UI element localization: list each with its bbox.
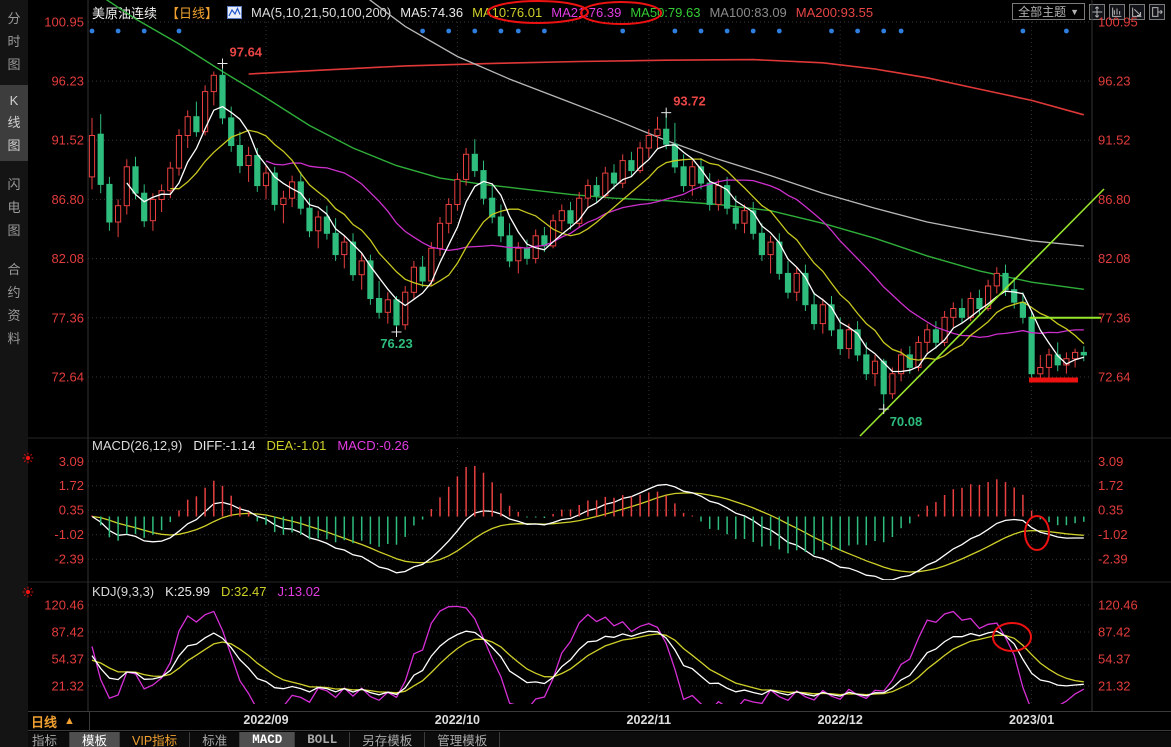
price-axis-label: 72.64 <box>1098 369 1131 384</box>
price-axis-label: 86.80 <box>51 192 84 207</box>
macd-title: MACD(26,12,9) <box>92 438 182 453</box>
price-axis-label: 96.23 <box>51 74 84 89</box>
macd-axis-label: 0.35 <box>1098 503 1123 518</box>
left-sidebar: 分时图 K线图闪电图合约资料 <box>0 0 28 747</box>
tab-manage-template[interactable]: 管理模板 <box>425 732 500 747</box>
kdj-axis-label: 120.46 <box>1098 598 1138 613</box>
time-axis-row: 日线 ▲ <box>0 711 1171 731</box>
kdj-k-value: K:25.99 <box>165 584 210 599</box>
ma-value: MA100:83.09 <box>709 5 786 20</box>
sidebar-item-time-chart[interactable]: 分时图 <box>0 0 28 80</box>
trading-terminal: 分时图 K线图闪电图合约资料 美原油连续 【日线】 MA(5,10,21,50,1… <box>0 0 1171 747</box>
price-axis-label: 77.36 <box>1098 310 1131 325</box>
price-annotation-label: 97.64 <box>230 45 263 60</box>
tab-save-template[interactable]: 另存模板 <box>350 732 425 747</box>
price-axis-label: 96.23 <box>1098 74 1131 89</box>
sidebar-item-contract-info[interactable]: 合约资料 <box>0 251 28 354</box>
period-label: 日线 <box>31 712 57 731</box>
kdj-d-value: D:32.47 <box>221 584 267 599</box>
tab-standard[interactable]: 标准 <box>190 732 240 747</box>
macd-axis-label: 3.09 <box>59 454 84 469</box>
header-toolbar: 全部主题 ▼ <box>1012 3 1165 20</box>
macd-diff-value: DIFF:-1.14 <box>193 438 255 453</box>
macd-axis-label: -2.39 <box>1098 552 1128 567</box>
kdj-axis-label: 54.37 <box>1098 651 1131 666</box>
move-icon[interactable] <box>1089 4 1105 20</box>
theme-dropdown-button[interactable]: 全部主题 ▼ <box>1012 3 1085 20</box>
ma-value: MA5:74.36 <box>400 5 463 20</box>
price-annotations: 97.64 76.23 93.72 70.08 <box>218 45 923 430</box>
kdj-title: KDJ(9,3,3) <box>92 584 154 599</box>
macd-axis-label: -1.02 <box>1098 527 1128 542</box>
price-annotation-label: 70.08 <box>890 414 923 429</box>
price-axis-label: 82.08 <box>1098 251 1131 266</box>
macd-histogram <box>92 466 1084 555</box>
kdj-axis-label: 87.42 <box>51 624 84 639</box>
red-markup-annotations <box>488 1 1078 651</box>
chart-canvas[interactable]: 100.95100.9596.2396.2391.5291.5286.8086.… <box>0 0 1171 747</box>
tab-macd[interactable]: MACD <box>240 732 295 747</box>
drawn-trendline[interactable] <box>860 189 1104 436</box>
kline-style-icon[interactable] <box>227 6 242 19</box>
ma-value: MA200:93.55 <box>796 5 873 20</box>
ma-value: MA50:79.63 <box>630 5 700 20</box>
ma-value: MA10:76.01 <box>472 5 542 20</box>
price-annotation-label: 76.23 <box>380 336 413 351</box>
sidebar-item-kline-chart[interactable]: K线图 <box>0 85 28 161</box>
kdj-j-value: J:13.02 <box>278 584 321 599</box>
price-annotation-label: 93.72 <box>673 94 706 109</box>
tab-boll[interactable]: BOLL <box>295 732 350 747</box>
macd-axis-label: 0.35 <box>59 503 84 518</box>
macd-axis-label: 1.72 <box>59 478 84 493</box>
kdj-axis-label: 21.32 <box>51 678 84 693</box>
symbol-name: 美原油连续 <box>92 3 157 22</box>
kdj-axis-label: 87.42 <box>1098 624 1131 639</box>
kdj-axis-label: 120.46 <box>44 598 84 613</box>
price-axis-label: 82.08 <box>51 251 84 266</box>
red-circle-annotation <box>993 623 1031 651</box>
tab-templates[interactable]: 模板 <box>70 732 120 747</box>
triangle-up-icon: ▲ <box>64 715 75 727</box>
tab-vip-indicators[interactable]: VIP指标 <box>120 732 190 747</box>
kdj-axis-label: 54.37 <box>51 651 84 666</box>
theme-dropdown-label: 全部主题 <box>1018 3 1066 20</box>
macd-axis-label: 3.09 <box>1098 454 1123 469</box>
ma-group-label: MA(5,10,21,50,100,200) <box>251 5 391 20</box>
grid-and-axes: 100.95100.9596.2396.2391.5291.5286.8086.… <box>28 0 1171 727</box>
price-axis-label: 91.52 <box>1098 133 1131 148</box>
macd-axis-label: -2.39 <box>54 552 84 567</box>
price-axis-label: 86.80 <box>1098 192 1131 207</box>
macd-dea-value: DEA:-1.01 <box>266 438 326 453</box>
axis-zoom-icon[interactable] <box>1129 4 1145 20</box>
price-axis-label: 77.36 <box>51 310 84 325</box>
price-axis-label: 91.52 <box>51 133 84 148</box>
kdj-axis-label: 21.32 <box>1098 678 1131 693</box>
sidebar-item-flash-chart[interactable]: 闪电图 <box>0 166 28 246</box>
kdj-panel-header: KDJ(9,3,3) K:25.99 D:32.47 J:13.02 <box>92 584 320 599</box>
price-axis-label: 100.95 <box>44 15 84 30</box>
period-tag: 【日线】 <box>166 3 218 22</box>
chevron-down-icon: ▼ <box>1070 7 1079 17</box>
pane-out-icon[interactable] <box>1149 4 1165 20</box>
ma-values: MA5:74.36 MA10:76.01 MA21:76.39 MA50:79.63 M… <box>400 5 882 20</box>
indicator-tabbar: 指标模板VIP指标标准MACDBOLL另存模板管理模板 <box>0 732 1171 747</box>
ma-overlays <box>92 0 1084 289</box>
indicator-lines <box>92 107 1084 714</box>
macd-macd-value: MACD:-0.26 <box>337 438 409 453</box>
ma-value: MA21:76.39 <box>551 5 621 20</box>
red-circle-annotation <box>1025 516 1049 550</box>
macd-axis-label: 1.72 <box>1098 478 1123 493</box>
macd-panel-header: MACD(26,12,9) DIFF:-1.14 DEA:-1.01 MACD:… <box>92 438 409 453</box>
event-dots <box>90 29 1069 34</box>
price-axis-label: 72.64 <box>51 369 84 384</box>
chart-header: 美原油连续 【日线】 MA(5,10,21,50,100,200) MA5:74… <box>92 4 882 21</box>
axis-scale-icon[interactable] <box>1109 4 1125 20</box>
candlesticks <box>89 64 1086 410</box>
macd-axis-label: -1.02 <box>54 527 84 542</box>
